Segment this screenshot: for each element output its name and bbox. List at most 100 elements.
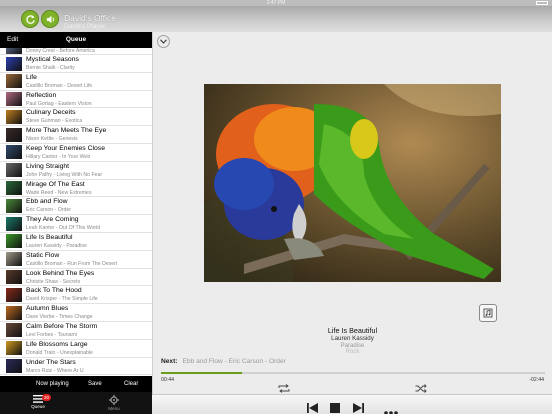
queue-item-title: Mirage Of The East: [26, 180, 85, 188]
album-thumbnail: [6, 56, 22, 71]
album-thumbnail: [6, 145, 22, 160]
repeat-icon: [278, 384, 290, 393]
zone-name: David's Office: [64, 13, 117, 23]
queue-item-subtitle: John Palfry - Living With No Fear: [26, 171, 103, 178]
queue-item[interactable]: Look Behind The Eyes Christie Shaw - Secr…: [0, 269, 152, 287]
parrot-photo: [204, 84, 501, 282]
refresh-button[interactable]: [21, 10, 39, 28]
queue-item[interactable]: Under The Stars Marco Ruiz - Where Ar U: [0, 358, 152, 376]
queue-item-subtitle: Lauren Kassidy - Paradise: [26, 242, 87, 249]
tab-queue[interactable]: Queue 20: [18, 393, 58, 409]
queue-item[interactable]: Back To The Hood David Krisper - The Simp…: [0, 286, 152, 305]
stop-button[interactable]: [330, 400, 340, 414]
queue-actions: Now playing Save Clear: [0, 376, 152, 392]
shuffle-icon: [415, 384, 427, 393]
queue-item-subtitle: Dave Vierbe - Times Change: [26, 314, 93, 321]
queue-item[interactable]: Ebb and Flow Eric Carson - Order: [0, 197, 152, 216]
album-thumbnail: [6, 287, 22, 302]
lyrics-button[interactable]: [479, 304, 497, 322]
queue-item[interactable]: Reflection Paul Gortag - Eastern Vision: [0, 91, 152, 109]
queue-item[interactable]: Donny Crest - Before America: [0, 48, 152, 55]
queue-item-subtitle: Paul Gortag - Eastern Vision: [26, 100, 92, 107]
clear-button[interactable]: Clear: [124, 381, 138, 387]
music-note-icon: [483, 308, 493, 318]
queue-item-subtitle: Donald Train - Unexplainable: [26, 349, 93, 356]
queue-item-title: More Than Meets The Eye: [26, 127, 107, 135]
previous-icon: [307, 403, 318, 413]
queue-item-title: Calm Before The Storm: [26, 322, 98, 330]
queue-item-subtitle: Castillo Broman - Desert Life: [26, 82, 93, 89]
queue-item[interactable]: Mirage Of The East Wade Reed - New Extrem…: [0, 180, 152, 198]
stop-icon: [330, 403, 340, 413]
album-thumbnail: [6, 323, 22, 338]
queue-item[interactable]: Life Is Beautiful Lauren Kassidy - Paradi…: [0, 233, 152, 251]
tab-bar: Queue 20 Menu: [0, 392, 152, 414]
next-icon: [353, 403, 364, 413]
album-thumbnail: [6, 305, 22, 320]
queue-item[interactable]: Keep Your Enemies Close Hillary Cantor - …: [0, 144, 152, 162]
now-playing-button[interactable]: Now playing: [36, 381, 69, 387]
queue-item-title: Look Behind The Eyes: [26, 269, 95, 277]
queue-item[interactable]: Life Blossoms Large Donald Train - Unexpl…: [0, 340, 152, 358]
queue-item[interactable]: Living Straight John Palfry - Living With…: [0, 162, 152, 180]
now-playing-panel: Life Is Beautiful Lauren Kassidy Paradis…: [152, 32, 552, 394]
queue-item-title: Keep Your Enemies Close: [26, 144, 105, 152]
more-button[interactable]: [384, 402, 398, 414]
queue-count-badge: 20: [42, 394, 52, 401]
queue-item[interactable]: They Are Coming Leah Kantor - Out Of This…: [0, 215, 152, 233]
queue-item[interactable]: More Than Meets The Eye Nison Kettle - Ge…: [0, 126, 152, 144]
queue-item-subtitle: Castillo Broman - Run From The Desert: [26, 260, 118, 267]
queue-item-title: Life: [26, 73, 37, 81]
album-thumbnail: [6, 127, 22, 142]
album-thumbnail: [6, 216, 22, 231]
collapse-button[interactable]: [157, 35, 170, 48]
chevron-down-icon: [160, 39, 167, 44]
album-thumbnail: [6, 252, 22, 267]
queue-item[interactable]: Life Castillo Broman - Desert Life: [0, 73, 152, 91]
queue-item-subtitle: Leah Kantor - Out Of This World: [26, 225, 101, 232]
tab-menu[interactable]: Menu: [94, 393, 134, 411]
queue-item-title: Living Straight: [26, 162, 70, 170]
previous-button[interactable]: [307, 400, 318, 414]
track-title: Life Is Beautiful: [327, 326, 378, 335]
volume-button[interactable]: [41, 10, 59, 28]
queue-item-title: Under The Stars: [26, 358, 76, 366]
album-thumbnail: [6, 270, 22, 285]
next-track: Next: Ebb and Flow - Eric Carson - Order: [161, 358, 286, 365]
queue-item-title: Life Blossoms Large: [26, 340, 88, 348]
next-button[interactable]: [353, 400, 364, 414]
queue-item-subtitle: Nison Kettle - Genesis: [26, 136, 78, 143]
gear-icon: [109, 395, 119, 405]
save-button[interactable]: Save: [88, 381, 102, 387]
player-name: David's Player: [64, 23, 106, 30]
queue-item-subtitle: Hillary Cantor - In Your Web: [26, 153, 91, 160]
track-genre: Rock: [345, 349, 360, 355]
queue-item[interactable]: Static Flow Castillo Broman - Run From Th…: [0, 251, 152, 269]
track-artist: Lauren Kassidy: [331, 335, 374, 342]
queue-item[interactable]: Calm Before The Storm Levi Forbes - Tsuna…: [0, 322, 152, 340]
queue-item[interactable]: Mystical Seasons Bernie Shalk - Clarity: [0, 55, 152, 73]
album-thumbnail: [6, 92, 22, 107]
progress-fill: [161, 372, 242, 374]
album-thumbnail: [6, 234, 22, 249]
album-thumbnail: [6, 181, 22, 196]
queue-item-title: Reflection: [26, 91, 57, 99]
queue-item-title: Back To The Hood: [26, 287, 82, 295]
next-track-info: Ebb and Flow - Eric Carson - Order: [182, 358, 286, 365]
queue-item-subtitle: Eric Carson - Order: [26, 207, 71, 214]
album-thumbnail: [6, 48, 22, 54]
queue-item[interactable]: Autumn Blues Dave Vierbe - Times Change: [0, 304, 152, 322]
elapsed-time: 00:44: [161, 377, 174, 383]
queue-item-subtitle: Bernie Shalk - Clarity: [26, 65, 75, 71]
queue-header: Edit Queue: [0, 32, 152, 48]
tab-menu-label: Menu: [108, 406, 120, 411]
album-thumbnail: [6, 109, 22, 124]
transport-bar: [152, 394, 552, 414]
album-art: [204, 84, 501, 282]
queue-item-subtitle: Christie Shaw - Secrets: [26, 278, 81, 285]
progress-bar[interactable]: [161, 372, 545, 374]
battery-icon: [536, 1, 548, 5]
queue-list[interactable]: Donny Crest - Before America Mystical Sea…: [0, 48, 152, 376]
queue-item-title: Life Is Beautiful: [26, 233, 73, 241]
queue-item[interactable]: Culinary Deceits Steve Gunman - Exotica: [0, 108, 152, 127]
